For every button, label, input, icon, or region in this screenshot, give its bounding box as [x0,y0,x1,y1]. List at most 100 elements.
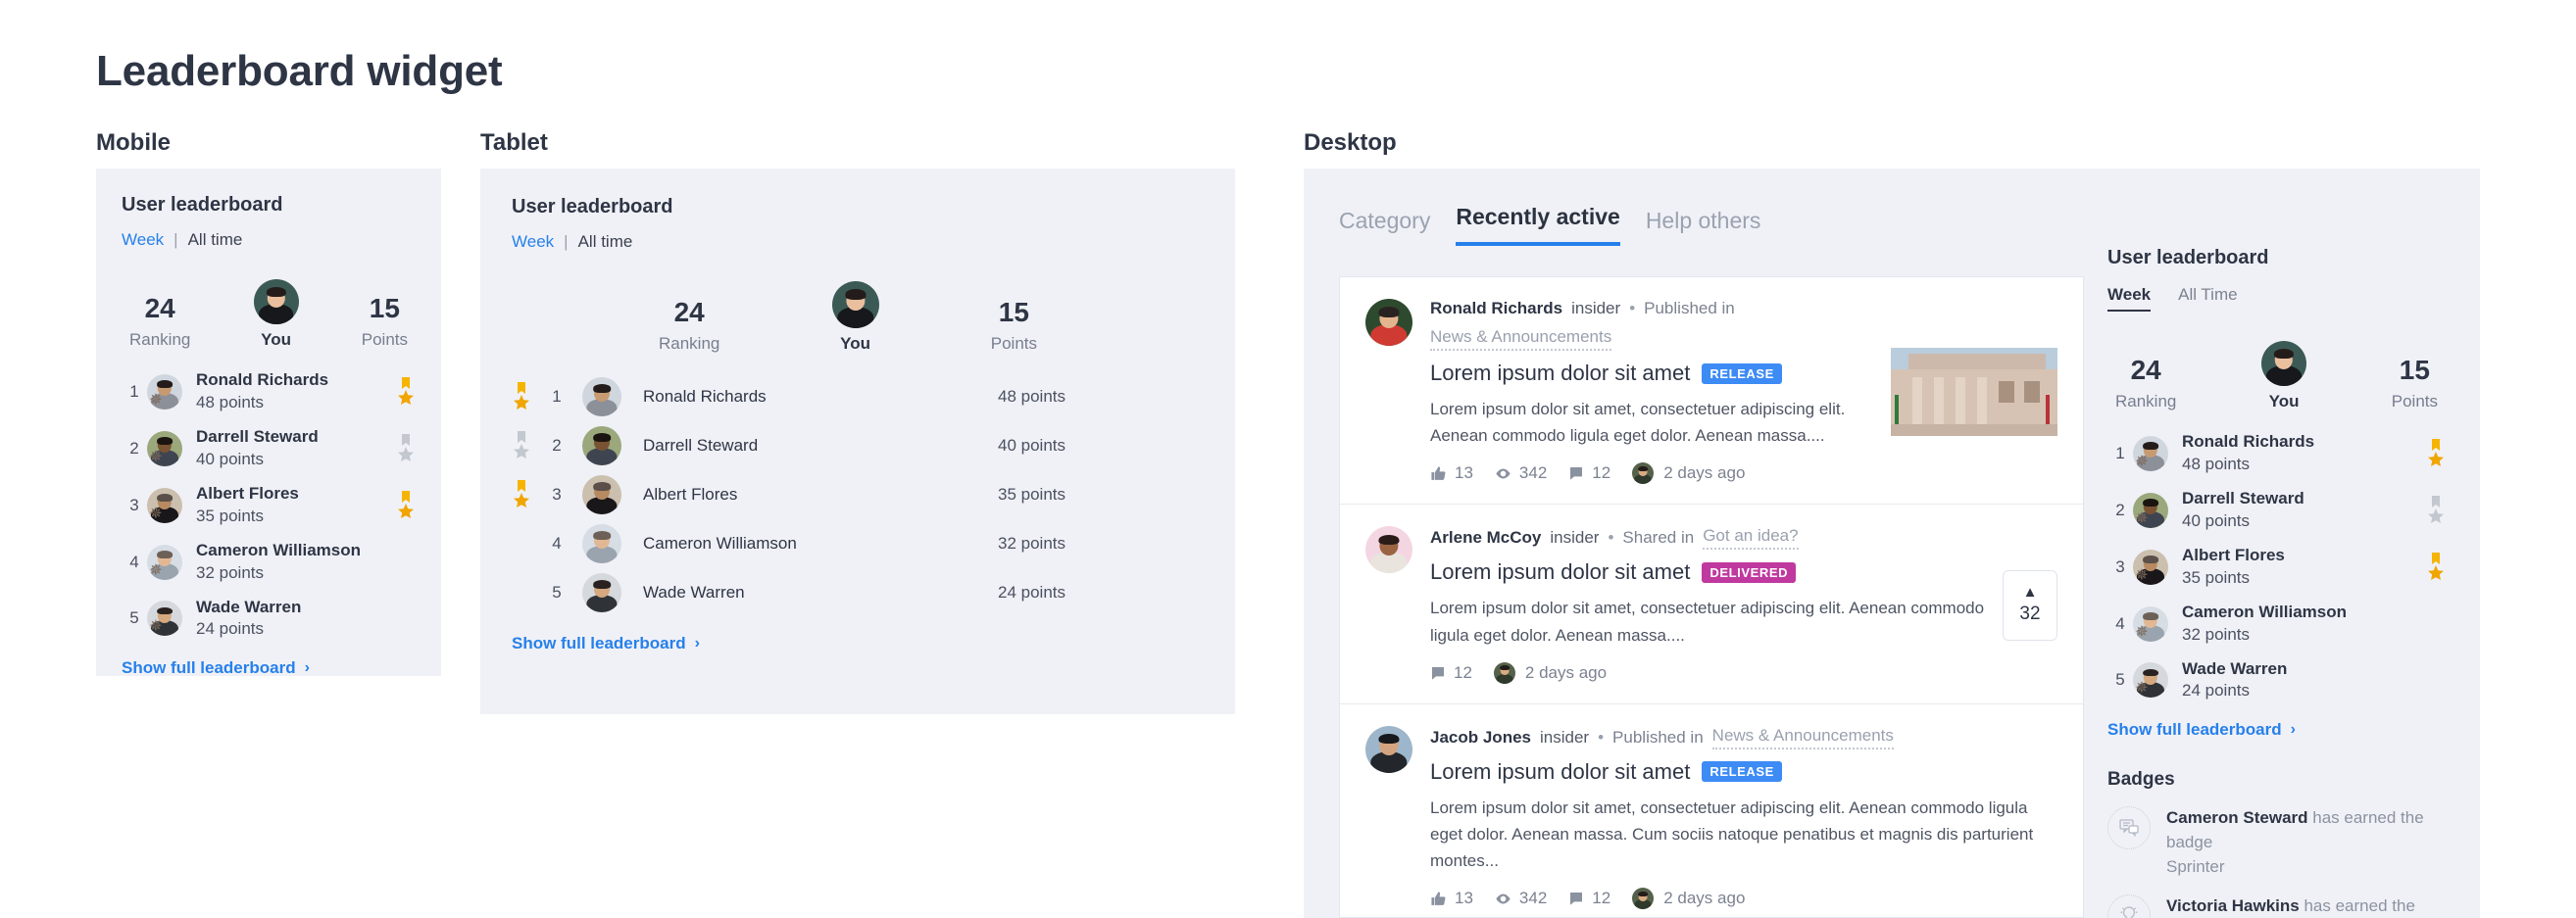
upvote-arrow-icon[interactable]: ▲ [2023,585,2038,600]
post-views: 342 [1495,889,1547,908]
leaderboard-row-points: 48 points [998,387,1065,406]
sheriff-star-badge-icon: ✵ [2135,623,2149,641]
desktop-tab-all-time[interactable]: All Time [2178,285,2237,312]
leaderboard-row[interactable]: 1 ✵ Ronald Richards 48 points [2107,431,2446,476]
leaderboard-row[interactable]: 2 ✵ Darrell Steward 40 points [2107,488,2446,533]
post-comments[interactable]: 12 [1568,463,1610,483]
leaderboard-row[interactable]: 4 Cameron Williamson 32 points [512,524,1204,563]
post-likes-count: 13 [1455,463,1473,483]
avatar [582,377,621,416]
post-author-name[interactable]: Ronald Richards [1430,299,1562,318]
leaderboard-row-info: Darrell Steward 40 points [2182,488,2426,533]
post-item[interactable]: Ronald Richards insider • Published in News … [1340,277,2083,506]
post-likes[interactable]: 13 [1430,889,1473,908]
post-views-count: 342 [1518,889,1548,908]
post-category-link[interactable]: News & Announcements [1711,726,1894,749]
post-item[interactable]: Arlene McCoy insider • Shared in Got an idea… [1340,505,2083,704]
leaderboard-row[interactable]: 4 ✵ Cameron Williamson 32 points [2107,602,2446,647]
badge-user-name[interactable]: Cameron Steward [2166,808,2308,827]
badge-item[interactable]: Victoria Hawkins has earned the badgeSpr… [2107,894,2446,918]
leaderboard-row[interactable]: 3 ✵ Albert Flores 35 points [122,483,416,528]
leaderboard-row[interactable]: 2 Darrell Steward 40 points [512,426,1204,465]
sheriff-star-badge-icon: ✵ [2135,509,2149,527]
leaderboard-row[interactable]: 1 Ronald Richards 48 points [512,377,1204,416]
leaderboard-row-rank: 5 [552,583,562,602]
post-title[interactable]: Lorem ipsum dolor sit amet [1430,361,1690,386]
mobile-you-stat: You [253,279,299,350]
badge-user-name[interactable]: Victoria Hawkins [2166,896,2300,915]
mobile-ranking-label: Ranking [129,330,191,349]
tablet-you-stat: You [831,281,879,354]
tab-category[interactable]: Category [1339,208,1430,246]
post-upvote-box[interactable]: ▲ 32 [2003,569,2057,641]
post-comments[interactable]: 12 [1568,889,1610,908]
tablet-tab-week[interactable]: Week [512,232,554,252]
leaderboard-row-name: Wade Warren [196,597,302,616]
leaderboard-row-points: 35 points [2182,567,2250,587]
desktop-ranking-stat: 24 Ranking [2115,355,2176,411]
leaderboard-row-info: Albert Flores 35 points [196,483,396,528]
mobile-points-label: Points [361,330,408,349]
gold-medal-icon [396,376,416,407]
section-label-desktop: Desktop [1304,129,1397,156]
leaderboard-row[interactable]: 3 ✵ Albert Flores 35 points [2107,545,2446,590]
avatar-with-badge: ✵ [2133,662,2168,699]
tab-recently-active[interactable]: Recently active [1456,204,1620,246]
mobile-timeframe-tabs: Week | All time [122,230,416,250]
leaderboard-row[interactable]: 1 ✵ Ronald Richards 48 points [122,369,416,414]
post-views-count: 342 [1518,463,1548,483]
leaderboard-row-info: Ronald Richards 48 points [196,369,396,414]
badge-item[interactable]: Cameron Steward has earned the badge Spri… [2107,806,2446,879]
tablet-ranking-value: 24 [673,297,705,328]
post-meta-line: Ronald Richards insider • Published in News … [1430,299,1873,351]
leaderboard-row[interactable]: 2 ✵ Darrell Steward 40 points [122,426,416,471]
tablet-show-full-leaderboard-link[interactable]: Show full leaderboard › [512,634,1204,653]
post-title[interactable]: Lorem ipsum dolor sit amet [1430,759,1690,785]
post-comments[interactable]: 12 [1430,663,1472,683]
avatar [582,475,621,514]
gold-medal-icon [396,490,416,520]
post-author-name[interactable]: Jacob Jones [1430,728,1531,748]
leaderboard-row-name: Ronald Richards [196,370,329,389]
post-comments-count: 12 [1454,662,1472,682]
avatar [253,279,299,324]
post-status-tag: RELEASE [1702,362,1782,384]
leaderboard-row[interactable]: 3 Albert Flores 35 points [512,475,1204,514]
desktop-points-value: 15 [2399,355,2430,386]
leaderboard-row[interactable]: 4 ✵ Cameron Williamson 32 points [122,540,416,585]
desktop-tab-week[interactable]: Week [2107,285,2152,312]
mobile-show-full-leaderboard-link[interactable]: Show full leaderboard › [122,658,416,678]
post-category-link[interactable]: News & Announcements [1430,327,1612,351]
leaderboard-row[interactable]: 5 ✵ Wade Warren 24 points [122,597,416,642]
tablet-tab-all-time[interactable]: All time [578,232,633,252]
post-author-role: insider [1550,528,1600,548]
gold-medal-icon [512,382,531,411]
post-author-role: insider [1540,727,1590,747]
post-likes[interactable]: 13 [1430,463,1473,483]
post-action-label: Published in [1644,299,1735,317]
post-title[interactable]: Lorem ipsum dolor sit amet [1430,559,1690,585]
leaderboard-row-points: 48 points [196,392,264,411]
sheriff-star-badge-icon: ✵ [149,505,163,522]
leaderboard-row-rank: 3 [552,485,562,504]
post-author-name[interactable]: Arlene McCoy [1430,528,1541,548]
leaderboard-row[interactable]: 5 ✵ Wade Warren 24 points [2107,658,2446,703]
mobile-tab-week[interactable]: Week [122,230,164,250]
tablet-ranking-stat: 24 Ranking [659,297,719,354]
thumbs-up-icon [1431,466,1446,480]
leaderboard-row-points: 32 points [2182,624,2250,644]
post-item[interactable]: Jacob Jones insider • Published in News & An… [1340,704,2083,917]
leaderboard-row[interactable]: 5 Wade Warren 24 points [512,573,1204,612]
leaderboard-row-points: 32 points [998,534,1065,553]
leaderboard-row-rank: 2 [552,436,562,455]
mobile-tab-all-time[interactable]: All time [188,230,243,250]
leaderboard-row-info: Darrell Steward 40 points [196,426,396,471]
eye-icon [1496,894,1511,904]
mobile-tab-separator: | [173,230,178,249]
tablet-leaderboard-list: 1 Ronald Richards 48 points 2 Darrell Stewar… [512,377,1204,612]
post-timestamp-group: 2 days ago [1632,462,1745,485]
desktop-show-full-leaderboard-link[interactable]: Show full leaderboard › [2107,720,2446,740]
post-category-link[interactable]: Got an idea? [1703,526,1799,551]
sheriff-star-badge-icon: ✵ [2135,453,2149,470]
tab-help-others[interactable]: Help others [1646,208,1761,246]
